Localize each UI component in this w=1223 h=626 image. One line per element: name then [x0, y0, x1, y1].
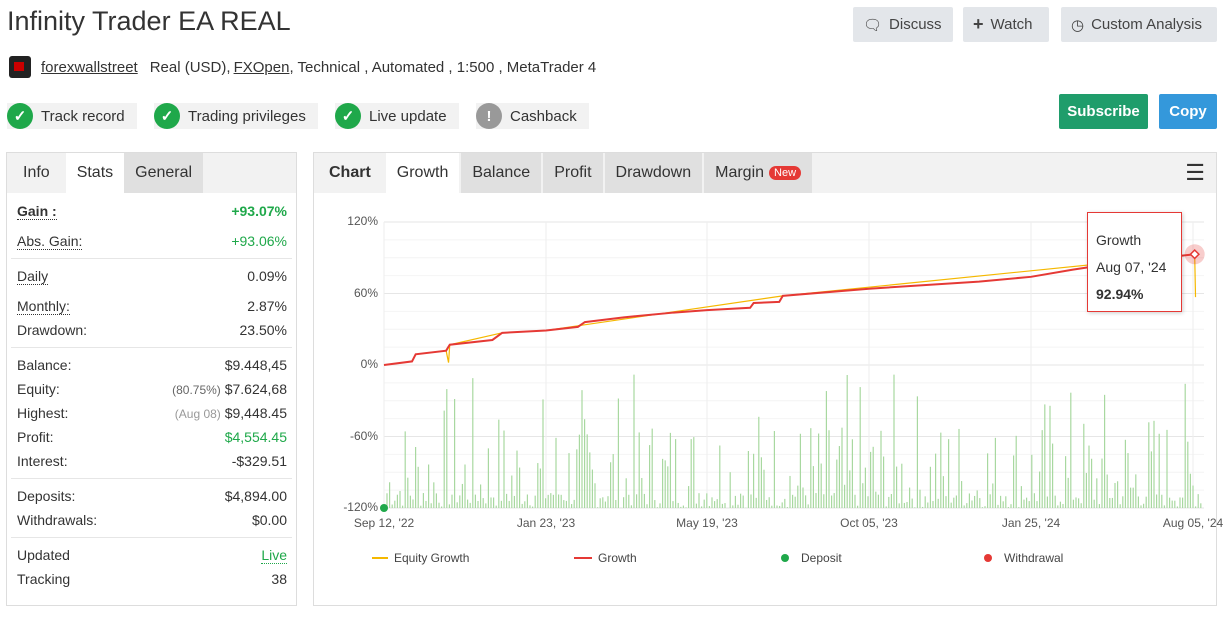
- tooltip-date: Aug 07, '24: [1096, 259, 1167, 275]
- tooltip-series: Growth: [1096, 232, 1142, 248]
- legend-withdrawal[interactable]: Withdrawal: [984, 551, 1063, 565]
- chart-tooltip: Growth Aug 07, '24 92.94%: [1087, 212, 1182, 312]
- growth-chart: [380, 221, 1205, 512]
- legend-swatch: [781, 554, 789, 562]
- y-tick-label: 60%: [353, 285, 378, 300]
- legend-label: Equity Growth: [394, 551, 470, 565]
- x-tick-label: Jan 25, '24: [1001, 516, 1061, 530]
- x-tick-label: Sep 12, '22: [353, 516, 415, 530]
- legend-label: Deposit: [801, 551, 842, 565]
- x-tick-label: May 19, '23: [676, 516, 738, 530]
- x-tick-label: Jan 23, '23: [516, 516, 576, 530]
- equity-growth-line: [383, 253, 1197, 366]
- growth-line: [383, 253, 1195, 366]
- legend-swatch: [372, 557, 388, 559]
- y-tick-label: 120%: [347, 214, 378, 228]
- legend-deposit[interactable]: Deposit: [781, 551, 842, 565]
- legend-equity-growth[interactable]: Equity Growth: [372, 551, 469, 565]
- x-tick-label: Aug 05, '24: [1162, 516, 1223, 530]
- x-tick-label: Oct 05, '23: [840, 516, 898, 530]
- tooltip-value: 92.94%: [1096, 286, 1144, 302]
- y-tick-label: -120%: [343, 500, 378, 514]
- legend-growth[interactable]: Growth: [574, 551, 637, 565]
- legend-swatch: [984, 554, 992, 562]
- deposit-marker[interactable]: [380, 504, 388, 512]
- legend-swatch: [574, 557, 592, 559]
- y-tick-label: -60%: [349, 428, 378, 443]
- legend-label: Withdrawal: [1004, 551, 1064, 565]
- legend-label: Growth: [598, 551, 637, 565]
- y-tick-label: 0%: [360, 357, 378, 371]
